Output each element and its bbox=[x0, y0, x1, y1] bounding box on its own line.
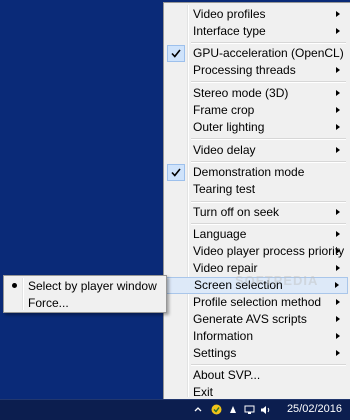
submenu-arrow-icon bbox=[336, 209, 340, 215]
menu-item-select-by-player-window[interactable]: Select by player window bbox=[6, 278, 164, 295]
menu-separator bbox=[191, 223, 346, 225]
menu-item-label: Tearing test bbox=[193, 182, 256, 196]
submenu-arrow-icon bbox=[336, 265, 340, 271]
submenu-arrow-icon bbox=[336, 316, 340, 322]
submenu-arrow-icon bbox=[336, 248, 340, 254]
menu-separator bbox=[191, 161, 346, 163]
submenu-arrow-icon bbox=[336, 299, 340, 305]
menu-item-demonstration-mode[interactable]: Demonstration mode bbox=[166, 164, 348, 181]
menu-separator bbox=[191, 364, 346, 366]
svp-context-menu: Video profiles Interface type GPU-accele… bbox=[163, 2, 350, 400]
screen-selection-submenu: Select by player window Force... bbox=[3, 275, 167, 313]
menu-item-label: Turn off on seek bbox=[193, 205, 280, 219]
watermark: SOFTPEDIA bbox=[235, 273, 319, 288]
submenu-arrow-icon bbox=[336, 333, 340, 339]
submenu-arrow-icon bbox=[335, 282, 339, 288]
menu-item-label: Settings bbox=[193, 346, 237, 360]
menu-item-label: Generate AVS scripts bbox=[193, 312, 307, 326]
menu-item-label: Stereo mode (3D) bbox=[193, 86, 289, 100]
radio-bullet-icon bbox=[6, 278, 23, 293]
submenu-arrow-icon bbox=[336, 231, 340, 237]
menu-item-interface-type[interactable]: Interface type bbox=[166, 23, 348, 40]
menu-item-label: Processing threads bbox=[193, 63, 296, 77]
menu-item-label: Outer lighting bbox=[193, 120, 265, 134]
submenu-arrow-icon bbox=[336, 147, 340, 153]
menu-item-label: Select by player window bbox=[28, 279, 157, 293]
submenu-arrow-icon bbox=[336, 67, 340, 73]
menu-item-turn-off-on-seek[interactable]: Turn off on seek bbox=[166, 204, 348, 221]
menu-item-profile-selection-method[interactable]: Profile selection method bbox=[166, 294, 348, 311]
menu-item-outer-lighting[interactable]: Outer lighting bbox=[166, 119, 348, 136]
menu-separator bbox=[191, 81, 346, 83]
action-center-icon[interactable] bbox=[228, 404, 238, 414]
network-icon[interactable] bbox=[244, 404, 255, 414]
menu-item-generate-avs-scripts[interactable]: Generate AVS scripts bbox=[166, 311, 348, 328]
svp-tray-icon[interactable] bbox=[211, 404, 222, 415]
menu-item-video-profiles[interactable]: Video profiles bbox=[166, 6, 348, 23]
menu-item-label: Information bbox=[193, 329, 254, 343]
menu-item-label: Profile selection method bbox=[193, 295, 322, 309]
menu-item-frame-crop[interactable]: Frame crop bbox=[166, 102, 348, 119]
menu-item-processing-threads[interactable]: Processing threads bbox=[166, 62, 348, 79]
checkmark-icon bbox=[167, 164, 185, 181]
menu-item-label: Force... bbox=[28, 296, 69, 310]
menu-item-label: About SVP... bbox=[193, 368, 261, 382]
submenu-arrow-icon bbox=[336, 28, 340, 34]
menu-separator bbox=[191, 138, 346, 140]
menu-item-language[interactable]: Language bbox=[166, 226, 348, 243]
submenu-arrow-icon bbox=[336, 124, 340, 130]
submenu-arrow-icon bbox=[336, 350, 340, 356]
menu-item-label: Video delay bbox=[193, 143, 256, 157]
submenu-arrow-icon bbox=[336, 11, 340, 17]
menu-item-stereo-mode[interactable]: Stereo mode (3D) bbox=[166, 85, 348, 102]
taskbar-date[interactable]: 25/02/2016 bbox=[287, 403, 342, 415]
menu-separator bbox=[191, 42, 346, 44]
menu-item-video-delay[interactable]: Video delay bbox=[166, 142, 348, 159]
chevron-up-icon[interactable] bbox=[193, 404, 203, 414]
taskbar: 25/02/2016 bbox=[0, 399, 350, 420]
menu-item-label: Demonstration mode bbox=[193, 165, 305, 179]
menu-item-label: Frame crop bbox=[193, 103, 255, 117]
menu-item-label: Interface type bbox=[193, 24, 266, 38]
checkmark-icon bbox=[167, 45, 185, 62]
volume-icon[interactable] bbox=[260, 404, 270, 414]
submenu-arrow-icon bbox=[336, 107, 340, 113]
menu-separator bbox=[191, 201, 346, 203]
menu-item-information[interactable]: Information bbox=[166, 328, 348, 345]
menu-item-tearing-test[interactable]: Tearing test bbox=[166, 181, 348, 198]
menu-item-process-priority[interactable]: Video player process priority bbox=[166, 243, 348, 260]
menu-item-label: Video player process priority bbox=[193, 244, 345, 258]
menu-item-gpu-acceleration[interactable]: GPU-acceleration (OpenCL) bbox=[166, 45, 348, 62]
menu-item-force[interactable]: Force... bbox=[6, 295, 164, 312]
menu-item-about[interactable]: About SVP... bbox=[166, 367, 348, 384]
submenu-arrow-icon bbox=[336, 90, 340, 96]
menu-item-label: Language bbox=[193, 227, 247, 241]
menu-item-label: Video profiles bbox=[193, 7, 266, 21]
menu-item-settings[interactable]: Settings bbox=[166, 345, 348, 362]
menu-item-label: GPU-acceleration (OpenCL) bbox=[193, 46, 344, 60]
